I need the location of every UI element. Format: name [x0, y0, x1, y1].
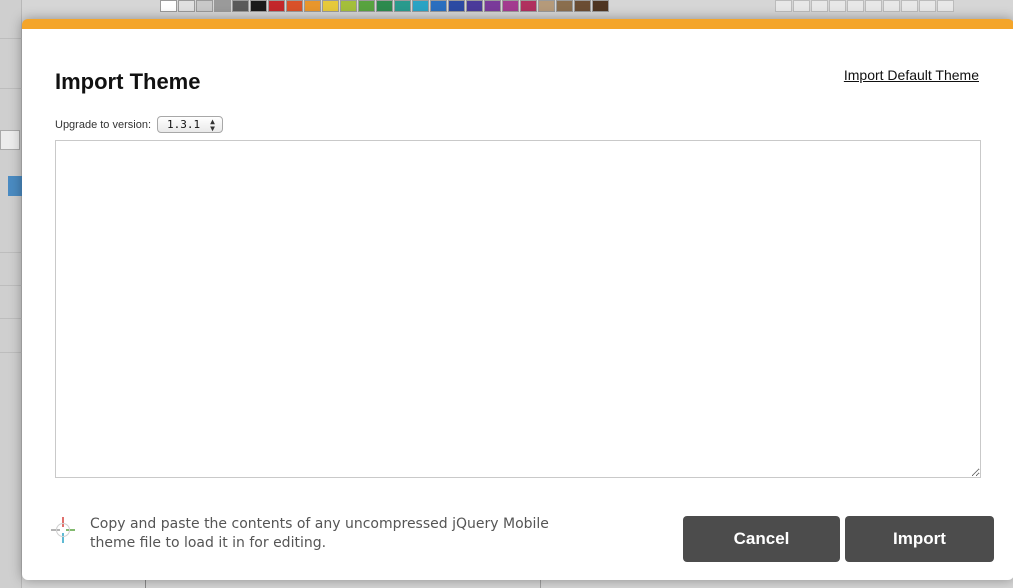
- background-left-row: [0, 285, 22, 286]
- swatch: [775, 0, 792, 12]
- background-left-input: [0, 130, 20, 150]
- background-left-row: [0, 252, 22, 253]
- palette-swatch[interactable]: [574, 0, 591, 12]
- version-select[interactable]: 1.3.1 ▲ ▼: [157, 116, 223, 133]
- background-left-row: [0, 38, 22, 39]
- swatch: [919, 0, 936, 12]
- palette-swatch[interactable]: [430, 0, 447, 12]
- palette-swatch[interactable]: [556, 0, 573, 12]
- cancel-button[interactable]: Cancel: [683, 516, 840, 562]
- palette-swatch[interactable]: [304, 0, 321, 12]
- background-left-panel: [0, 0, 22, 588]
- palette-swatch[interactable]: [394, 0, 411, 12]
- import-theme-dialog: Import Theme Import Default Theme Upgrad…: [22, 19, 1013, 580]
- palette-swatch[interactable]: [286, 0, 303, 12]
- help-row: Copy and paste the contents of any uncom…: [50, 515, 550, 553]
- swatch: [937, 0, 954, 12]
- swatch: [811, 0, 828, 12]
- version-label: Upgrade to version:: [55, 118, 151, 131]
- dialog-title: Import Theme: [55, 69, 200, 95]
- background-divider: [145, 580, 146, 588]
- background-left-accent: [8, 176, 22, 196]
- palette-swatch[interactable]: [592, 0, 609, 12]
- version-row: Upgrade to version: 1.3.1 ▲ ▼: [55, 116, 223, 133]
- version-select-value: 1.3.1: [167, 118, 201, 131]
- background-swatches-right: [775, 0, 954, 12]
- color-palette: [160, 0, 609, 14]
- palette-swatch[interactable]: [538, 0, 555, 12]
- crosshair-icon: [51, 517, 75, 543]
- dialog-title-bold: Import: [55, 69, 124, 94]
- palette-swatch[interactable]: [196, 0, 213, 12]
- palette-swatch[interactable]: [340, 0, 357, 12]
- palette-swatch[interactable]: [214, 0, 231, 12]
- swatch: [847, 0, 864, 12]
- palette-swatch[interactable]: [358, 0, 375, 12]
- import-default-theme-link[interactable]: Import Default Theme: [844, 67, 979, 83]
- theme-css-textarea[interactable]: [55, 140, 981, 478]
- palette-swatch[interactable]: [520, 0, 537, 12]
- swatch: [829, 0, 846, 12]
- palette-swatch[interactable]: [376, 0, 393, 12]
- palette-swatch[interactable]: [322, 0, 339, 12]
- palette-swatch[interactable]: [466, 0, 483, 12]
- background-left-row: [0, 318, 22, 319]
- up-down-arrows-icon: ▲ ▼: [210, 116, 215, 133]
- background-divider: [540, 580, 541, 588]
- background-left-row: [0, 352, 22, 353]
- swatch: [883, 0, 900, 12]
- palette-swatch[interactable]: [502, 0, 519, 12]
- palette-swatch[interactable]: [484, 0, 501, 12]
- palette-swatch[interactable]: [412, 0, 429, 12]
- palette-swatch[interactable]: [178, 0, 195, 12]
- palette-swatch[interactable]: [250, 0, 267, 12]
- help-text: Copy and paste the contents of any uncom…: [90, 516, 549, 551]
- swatch: [901, 0, 918, 12]
- import-button[interactable]: Import: [845, 516, 994, 562]
- dialog-title-rest: Theme: [123, 69, 201, 94]
- swatch: [865, 0, 882, 12]
- background-left-row: [0, 88, 22, 89]
- palette-swatch[interactable]: [232, 0, 249, 12]
- palette-swatch[interactable]: [160, 0, 177, 12]
- swatch: [793, 0, 810, 12]
- palette-swatch[interactable]: [268, 0, 285, 12]
- palette-swatch[interactable]: [448, 0, 465, 12]
